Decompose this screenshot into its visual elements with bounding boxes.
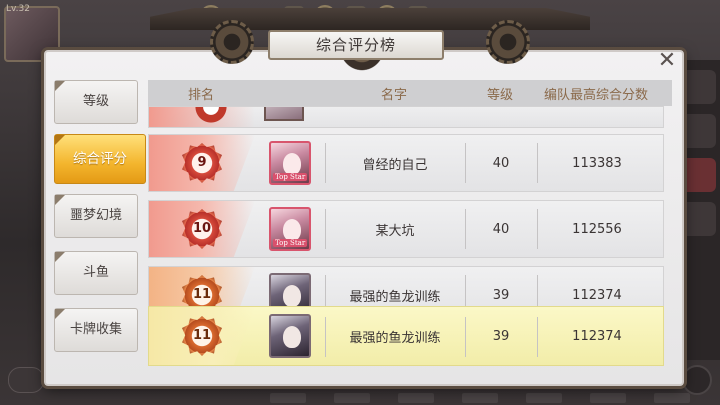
table-row-partial [148,106,664,128]
nav-item [334,393,370,403]
nav-item [270,393,306,403]
player-score: 112556 [572,221,622,237]
tab-nightmare[interactable]: 噩梦幻境 [54,194,138,238]
side-chip [681,202,716,236]
header-rank: 排名 [187,87,214,103]
table-row[interactable]: 10 某大坑 40 112556 [148,200,664,258]
chat-bubble-icon [8,367,44,393]
player-name: 曾经的自己 [362,157,428,173]
gear-icon [486,20,530,64]
player-level-value: 39 [492,328,510,344]
corner-menu-icon [682,365,712,395]
background-bottom-nav [270,389,690,405]
player-score: 112374 [572,287,622,303]
table-header: 排名 名字 等级 编队最高综合分数 [148,80,672,106]
tab-overall-score[interactable]: 综合评分 [54,134,146,184]
player-name: 最强的鱼龙训练 [349,289,441,305]
player-level-value: 40 [492,221,510,237]
side-chip [681,70,716,104]
dialog-title: 综合评分榜 [268,30,444,60]
table-row[interactable]: 9 曾经的自己 40 113383 [148,134,664,192]
player-level-value: 40 [492,155,510,171]
category-tabs: 等级 综合评分 噩梦幻境 斗鱼 卡牌收集 [54,80,146,365]
player-level-value: 39 [492,287,510,303]
rank-badge: 9 [182,143,222,183]
player-avatar[interactable] [269,314,311,358]
nav-item [654,393,690,403]
rank-badge: 10 [182,209,222,249]
my-rank-row[interactable]: 11 最强的鱼龙训练 39 112374 [148,306,664,366]
gear-icon [210,20,254,64]
player-level: Lv.32 [6,4,30,14]
player-score: 112374 [572,328,622,344]
nav-item [526,393,562,403]
header-level: 等级 [486,87,513,103]
rank-badge: 11 [182,316,222,356]
side-chip [681,114,716,148]
player-name: 最强的鱼龙训练 [349,330,441,346]
close-button[interactable]: ✕ [648,48,682,76]
ranking-table[interactable]: 排名 名字 等级 编队最高综合分数 9 曾经的自己 40 113383 [148,80,672,372]
nav-item [398,393,434,403]
player-avatar[interactable] [269,141,311,185]
player-avatar[interactable] [269,207,311,251]
header-score: 编队最高综合分数 [543,87,648,103]
nav-item [590,393,626,403]
tab-douyu[interactable]: 斗鱼 [54,251,138,295]
player-name: 某大坑 [375,223,415,239]
tab-level[interactable]: 等级 [54,80,138,124]
nav-item [462,393,498,403]
player-score: 113383 [572,155,622,171]
side-chip [681,158,716,192]
avatar [264,107,304,121]
header-name: 名字 [380,87,407,103]
tab-card-collection[interactable]: 卡牌收集 [54,308,138,352]
